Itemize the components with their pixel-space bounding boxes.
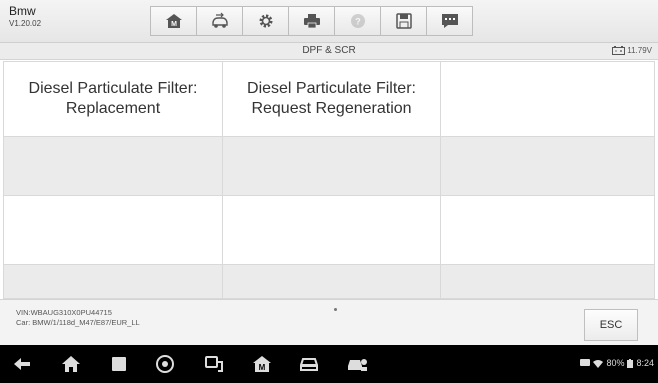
- print-button[interactable]: [288, 6, 335, 36]
- help-icon: ?: [350, 14, 365, 28]
- recent-apps-icon: [112, 357, 126, 371]
- function-grid: Diesel Particulate Filter: Replacement D…: [3, 61, 655, 299]
- app-version: V1.20.02: [9, 19, 42, 28]
- data-logging-button[interactable]: [426, 6, 473, 36]
- function-dpf-replacement[interactable]: Diesel Particulate Filter: Replacement: [3, 61, 223, 137]
- status-area: 80% 8:24: [580, 358, 654, 368]
- battery-icon: [612, 46, 626, 55]
- page-title: DPF & SCR: [302, 45, 356, 56]
- function-cell-empty: [440, 136, 655, 196]
- car-icon: [300, 358, 318, 371]
- help-button[interactable]: ?: [334, 6, 381, 36]
- clock: 8:24: [636, 358, 654, 368]
- vehicle-info: VIN:WBAUG310X0PU44715 Car: BMW/1/118d_M4…: [16, 308, 140, 328]
- vehicle-swap-button[interactable]: [196, 6, 243, 36]
- battery-voltage: 11.79V: [612, 46, 652, 55]
- settings-button[interactable]: [242, 6, 289, 36]
- function-cell-empty: [3, 264, 223, 299]
- vehicle-swap-icon: [211, 12, 228, 28]
- svg-text:M: M: [171, 21, 177, 28]
- maxisys-home-button[interactable]: M: [251, 354, 273, 374]
- vehicle-menu-button[interactable]: [346, 354, 368, 374]
- function-cell-empty: [222, 136, 441, 196]
- car-text: Car: BMW/1/118d_M47/E87/EUR_LL: [16, 318, 140, 327]
- car-button[interactable]: [298, 354, 320, 374]
- app-title: Bmw V1.20.02: [9, 5, 41, 28]
- function-cell-empty: [440, 61, 655, 137]
- function-cell-empty: [440, 264, 655, 299]
- function-cell-empty: [3, 136, 223, 196]
- function-cell-empty: [222, 264, 441, 299]
- vci-button[interactable]: [203, 354, 225, 374]
- browser-button[interactable]: [154, 354, 176, 374]
- battery-percent: 80%: [606, 358, 625, 368]
- vin-text: VIN:WBAUG310X0PU44715: [16, 308, 112, 317]
- print-icon: [303, 14, 320, 29]
- back-button[interactable]: [11, 354, 33, 374]
- save-button[interactable]: [380, 6, 427, 36]
- screen: Bmw V1.20.02 M ? DPF & SCR 11.79V Diesel…: [0, 0, 658, 383]
- function-cell-empty: [440, 195, 655, 265]
- home-button[interactable]: M: [150, 6, 197, 36]
- esc-button[interactable]: ESC: [584, 309, 638, 341]
- recent-apps-button[interactable]: [108, 354, 130, 374]
- wifi-icon: [593, 359, 604, 368]
- home-icon: M: [165, 14, 182, 28]
- svg-text:?: ?: [355, 17, 361, 27]
- vci-icon: [205, 356, 223, 372]
- maxisys-home-icon: M: [253, 356, 271, 372]
- title-bar: DPF & SCR 11.79V: [0, 43, 658, 60]
- home-icon: [62, 356, 80, 372]
- function-dpf-request-regeneration[interactable]: Diesel Particulate Filter: Request Regen…: [222, 61, 441, 137]
- function-cell-empty: [222, 195, 441, 265]
- message-icon: [580, 358, 591, 366]
- home-nav-button[interactable]: [60, 354, 82, 374]
- system-navigation-bar: M 80% 8:24: [0, 345, 658, 383]
- data-logging-icon: [441, 14, 458, 28]
- browser-icon: [156, 355, 174, 373]
- vehicle-menu-icon: [348, 359, 367, 371]
- settings-icon: [259, 14, 272, 28]
- footer-bar: VIN:WBAUG310X0PU44715 Car: BMW/1/118d_M4…: [0, 299, 658, 345]
- svg-text:M: M: [259, 363, 266, 372]
- top-toolbar: Bmw V1.20.02 M ?: [0, 0, 658, 43]
- voltage-value: 11.79V: [627, 46, 652, 55]
- toolbar-buttons: M ?: [150, 6, 473, 36]
- battery-level-icon: [627, 358, 634, 368]
- function-cell-empty: [3, 195, 223, 265]
- app-name: Bmw: [9, 4, 36, 18]
- save-icon: [395, 13, 412, 29]
- page-indicator: [334, 308, 337, 311]
- back-icon: [14, 358, 30, 370]
